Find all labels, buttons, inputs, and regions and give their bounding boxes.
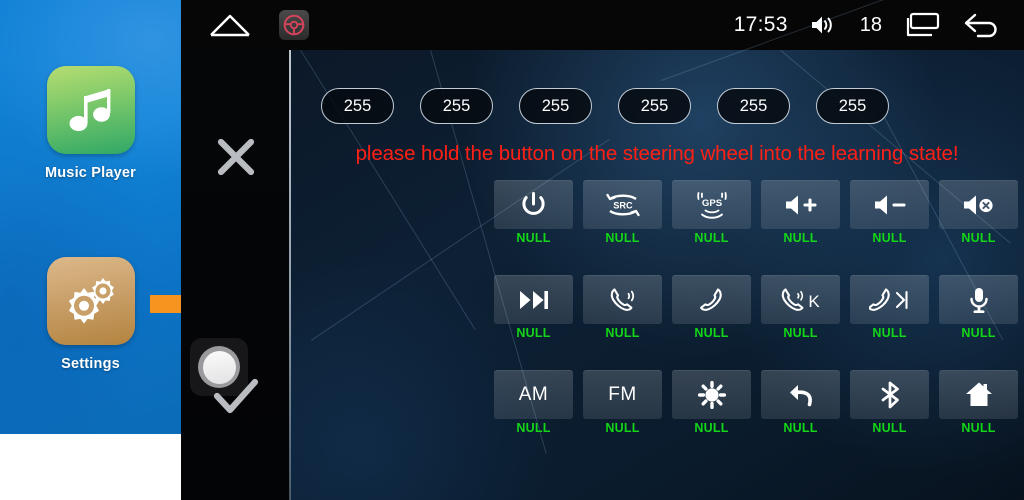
volume-up-icon[interactable] (761, 180, 840, 229)
am-label: AM (518, 383, 549, 405)
function-status: NULL (872, 326, 907, 340)
function-status: NULL (516, 326, 551, 340)
status-time: 17:53 (733, 13, 788, 36)
value-pill[interactable]: 255 (618, 88, 691, 124)
home-outline-icon[interactable] (209, 13, 251, 37)
app-tile-music-player[interactable]: Music Player (0, 66, 181, 181)
microphone-icon[interactable] (939, 275, 1018, 324)
back-arrow-icon[interactable] (962, 12, 1002, 38)
confirm-button[interactable] (203, 370, 269, 424)
svg-text:GPS: GPS (701, 198, 722, 209)
checkmark-icon (213, 378, 259, 414)
function-status: NULL (872, 421, 907, 435)
src-source-icon[interactable]: SRC (583, 180, 662, 229)
function-cell-mute[interactable]: NULL (939, 180, 1018, 245)
fm-label: FM (608, 383, 637, 405)
function-button-grid: NULL SRC NULL GPS NULL NULL NULL NULL NU… (494, 180, 1024, 470)
function-status: NULL (605, 231, 640, 245)
home-icon[interactable] (939, 370, 1018, 419)
function-cell-gps[interactable]: GPS NULL (672, 180, 751, 245)
back-return-icon[interactable] (761, 370, 840, 419)
value-pill[interactable]: 255 (321, 88, 394, 124)
function-status: NULL (961, 421, 996, 435)
warning-message: please hold the button on the steering w… (355, 142, 959, 165)
function-cell-fm[interactable]: FM NULL (583, 370, 662, 435)
recent-apps-icon[interactable] (904, 12, 940, 38)
answer-call-icon[interactable] (583, 275, 662, 324)
function-status: NULL (872, 231, 907, 245)
function-cell-answer-call[interactable]: NULL (583, 275, 662, 340)
gps-icon[interactable]: GPS (672, 180, 751, 229)
function-cell-hang-up[interactable]: NULL (672, 275, 751, 340)
function-status: NULL (605, 326, 640, 340)
status-volume-value: 18 (859, 13, 882, 36)
function-cell-volume-down[interactable]: NULL (850, 180, 929, 245)
function-cell-next[interactable]: NULL (494, 275, 573, 340)
left-control-panel (181, 50, 290, 500)
hang-up-call-icon[interactable] (672, 275, 751, 324)
hang-up-skip-icon[interactable] (850, 275, 929, 324)
function-status: NULL (783, 326, 818, 340)
svg-text:K: K (808, 292, 820, 311)
value-pill[interactable]: 255 (717, 88, 790, 124)
function-status: NULL (694, 421, 729, 435)
fm-band-icon[interactable]: FM (583, 370, 662, 419)
function-cell-home[interactable]: NULL (939, 370, 1018, 435)
function-cell-call-k[interactable]: K NULL (761, 275, 840, 340)
steering-wheel-icon[interactable] (279, 10, 309, 40)
function-cell-brightness[interactable]: NULL (672, 370, 751, 435)
head-unit-screen: 17:53 18 255 255 255 255 255 255 please … (181, 0, 1024, 500)
function-cell-src[interactable]: SRC NULL (583, 180, 662, 245)
learning-content-area: 255 255 255 255 255 255 please hold the … (181, 0, 1024, 500)
status-bar: 17:53 18 (181, 0, 1024, 50)
function-status: NULL (694, 231, 729, 245)
launcher-sidebar: Music Player Settings (0, 0, 224, 500)
function-status: NULL (516, 231, 551, 245)
volume-down-icon[interactable] (850, 180, 929, 229)
value-pill[interactable]: 255 (519, 88, 592, 124)
brightness-icon[interactable] (672, 370, 751, 419)
channel-values-row: 255 255 255 255 255 255 (290, 88, 1024, 132)
app-label-settings: Settings (61, 356, 120, 372)
volume-mute-icon[interactable] (939, 180, 1018, 229)
music-note-icon (46, 66, 135, 154)
close-x-icon (217, 138, 255, 176)
value-pill[interactable]: 255 (420, 88, 493, 124)
function-cell-bluetooth[interactable]: NULL (850, 370, 929, 435)
next-track-icon[interactable] (494, 275, 573, 324)
svg-text:SRC: SRC (613, 200, 633, 210)
cancel-button[interactable] (203, 130, 269, 184)
value-pill[interactable]: 255 (816, 88, 889, 124)
call-k-icon[interactable]: K (761, 275, 840, 324)
power-icon[interactable] (494, 180, 573, 229)
function-status: NULL (783, 421, 818, 435)
function-cell-hang-up-skip[interactable]: NULL (850, 275, 929, 340)
function-cell-power[interactable]: NULL (494, 180, 573, 245)
function-cell-am[interactable]: AM NULL (494, 370, 573, 435)
function-status: NULL (961, 231, 996, 245)
am-band-icon[interactable]: AM (494, 370, 573, 419)
function-cell-volume-up[interactable]: NULL (761, 180, 840, 245)
gears-icon (46, 257, 135, 345)
function-status: NULL (694, 326, 729, 340)
function-cell-microphone[interactable]: NULL (939, 275, 1018, 340)
function-cell-back[interactable]: NULL (761, 370, 840, 435)
steering-wheel-learning-screen: Music Player Settings 17:53 18 255 255 2… (0, 0, 1024, 500)
bluetooth-icon[interactable] (850, 370, 929, 419)
function-status: NULL (961, 326, 996, 340)
function-status: NULL (783, 231, 818, 245)
function-status: NULL (516, 421, 551, 435)
function-status: NULL (605, 421, 640, 435)
app-label-music-player: Music Player (44, 165, 137, 181)
